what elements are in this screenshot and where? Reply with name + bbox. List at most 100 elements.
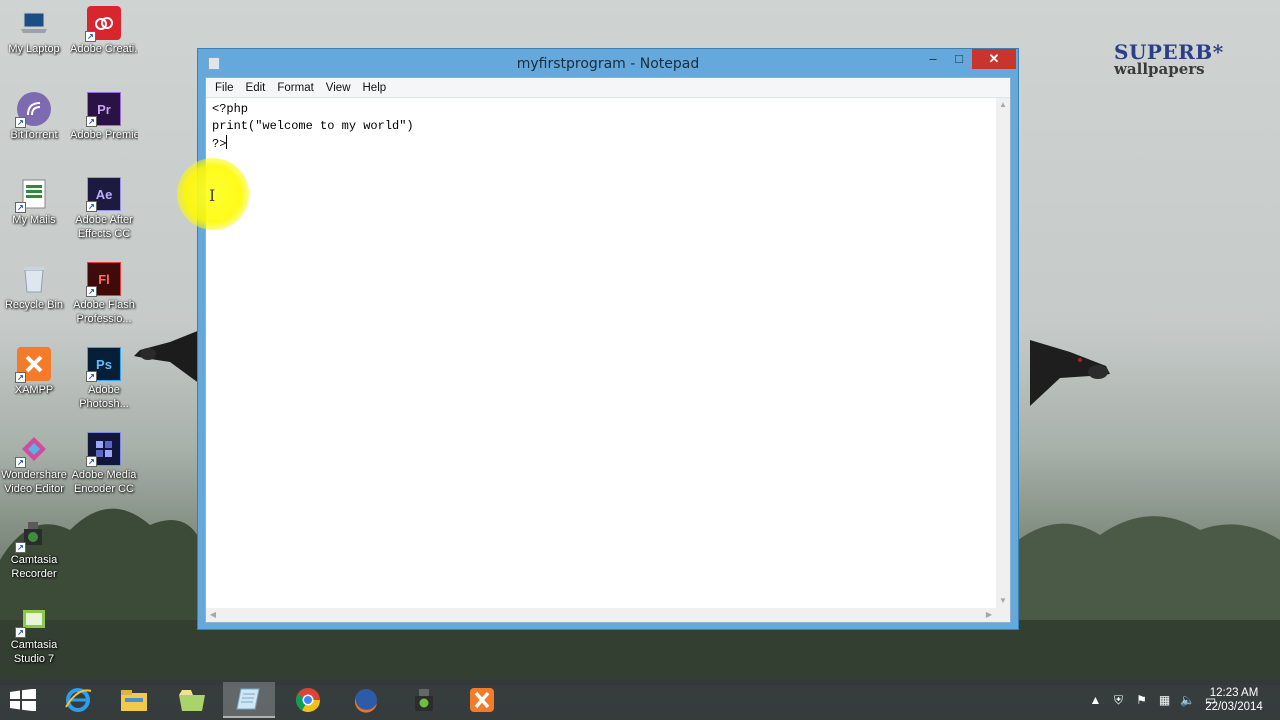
desktop-icon-camtasia-recorder[interactable]: ↗ Camtasia Recorder bbox=[0, 517, 68, 581]
maximize-button[interactable]: □ bbox=[946, 49, 972, 69]
desktop-icon-my-mails[interactable]: ↗ My Mails bbox=[0, 177, 68, 227]
desktop-icon-label: Camtasia Recorder bbox=[10, 554, 58, 580]
recycle-bin-icon bbox=[17, 262, 51, 296]
shortcut-arrow-icon: ↗ bbox=[86, 286, 97, 297]
desktop-icon-label: Adobe Flash Professio... bbox=[73, 299, 135, 325]
adobe-flash-icon: Fl ↗ bbox=[86, 262, 121, 297]
chrome-icon bbox=[295, 688, 320, 713]
xampp-icon: ↗ bbox=[15, 347, 51, 383]
notepad-client-area: File Edit Format View Help <?php print("w… bbox=[205, 77, 1011, 623]
menu-format[interactable]: Format bbox=[271, 78, 319, 97]
desktop-icon-label: Recycle Bin bbox=[4, 299, 64, 311]
security-shield-icon[interactable]: ⛨ bbox=[1107, 692, 1130, 708]
taskbar: ▲ ⛨ ⚑ ▦ 🔈 ▭ 12:23 AM 22/03/2014 bbox=[0, 680, 1280, 720]
taskbar-camtasia[interactable] bbox=[398, 682, 450, 718]
vertical-scrollbar[interactable]: ▲ ▼ bbox=[996, 98, 1010, 608]
shortcut-arrow-icon: ↗ bbox=[15, 627, 26, 638]
desktop-icon-adobe-after-effects[interactable]: Ae ↗ Adobe After Effects CC bbox=[70, 177, 138, 241]
desktop-icon-xampp[interactable]: ↗ XAMPP bbox=[0, 347, 68, 397]
adobe-premiere-icon: Pr ↗ bbox=[86, 92, 121, 127]
horizontal-scrollbar[interactable]: ◀ ▶ bbox=[206, 608, 996, 622]
wallpaper-watermark: SUPERB* wallpapers bbox=[1114, 42, 1224, 77]
icon-abbreviation: Fl bbox=[98, 271, 110, 287]
adobe-after-effects-icon: Ae ↗ bbox=[86, 177, 121, 212]
menu-file[interactable]: File bbox=[209, 78, 240, 97]
taskbar-file-explorer[interactable] bbox=[108, 682, 160, 718]
wallpaper-aircraft-right bbox=[1030, 340, 1110, 406]
show-hidden-icons-icon[interactable]: ▲ bbox=[1084, 692, 1107, 708]
camtasia-icon bbox=[415, 689, 433, 711]
menu-view[interactable]: View bbox=[320, 78, 357, 97]
shortcut-arrow-icon: ↗ bbox=[15, 457, 26, 468]
watermark-subtitle: wallpapers bbox=[1114, 60, 1205, 78]
taskbar-internet-explorer[interactable] bbox=[52, 682, 104, 718]
desktop-icon-label: Adobe After Effects CC bbox=[75, 214, 133, 240]
desktop-icon-label: My Laptop bbox=[8, 43, 60, 55]
desktop-icon-bittorrent[interactable]: ↗ BitTorrent bbox=[0, 92, 68, 142]
window-title-bar[interactable]: myfirstprogram - Notepad – □ ✕ bbox=[198, 49, 1018, 77]
desktop-icon-label: Adobe Creati... bbox=[70, 43, 138, 55]
desktop-icon-label: Adobe Photosh... bbox=[79, 384, 129, 410]
desktop-icon-label: XAMPP bbox=[14, 384, 54, 396]
watermark-mark: * bbox=[1212, 40, 1224, 64]
icon-abbreviation: Ae bbox=[95, 186, 113, 202]
shortcut-arrow-icon: ↗ bbox=[15, 372, 26, 383]
window-title: myfirstprogram - Notepad bbox=[516, 56, 700, 72]
desktop-icon-recycle-bin[interactable]: Recycle Bin bbox=[0, 262, 68, 312]
internet-explorer-icon bbox=[65, 688, 92, 712]
scroll-left-arrow-icon[interactable]: ◀ bbox=[206, 608, 220, 622]
scrollbar-corner bbox=[996, 608, 1010, 622]
scroll-up-arrow-icon[interactable]: ▲ bbox=[996, 98, 1010, 112]
desktop-icon-adobe-media-encoder[interactable]: ↗ Adobe Media Encoder CC bbox=[70, 432, 138, 496]
taskbar-chrome[interactable] bbox=[282, 682, 334, 718]
shortcut-arrow-icon: ↗ bbox=[15, 542, 26, 553]
notepad-window[interactable]: myfirstprogram - Notepad – □ ✕ File Edit… bbox=[197, 48, 1019, 630]
adobe-media-encoder-icon: ↗ bbox=[86, 432, 121, 467]
taskbar-notepad[interactable] bbox=[223, 682, 275, 718]
desktop-icon-adobe-photoshop[interactable]: Ps ↗ Adobe Photosh... bbox=[70, 347, 138, 411]
clock-date: 22/03/2014 bbox=[1205, 701, 1263, 713]
menu-edit[interactable]: Edit bbox=[240, 78, 272, 97]
desktop-icon-label: Camtasia Studio 7 bbox=[10, 639, 58, 665]
scroll-right-arrow-icon[interactable]: ▶ bbox=[982, 608, 996, 622]
camtasia-recorder-icon: ↗ bbox=[15, 517, 51, 553]
file-explorer-icon bbox=[121, 690, 147, 711]
ibeam-cursor-icon: I bbox=[209, 186, 216, 205]
laptop-icon bbox=[17, 6, 51, 40]
desktop-icon-my-laptop[interactable]: My Laptop bbox=[0, 6, 68, 56]
firefox-icon bbox=[354, 689, 377, 713]
desktop-icon-camtasia-studio[interactable]: ↗ Camtasia Studio 7 bbox=[0, 602, 68, 666]
text-caret bbox=[226, 135, 228, 149]
xampp-taskbar-icon bbox=[470, 688, 494, 712]
desktop-icon-wondershare[interactable]: ↗ Wondershare Video Editor bbox=[0, 432, 68, 496]
taskbar-xampp[interactable] bbox=[456, 682, 508, 718]
adobe-creative-cloud-icon: ↗ bbox=[85, 6, 121, 42]
minimize-button[interactable]: – bbox=[920, 49, 946, 69]
shortcut-arrow-icon: ↗ bbox=[86, 201, 97, 212]
windows-logo-icon bbox=[10, 688, 36, 712]
close-button[interactable]: ✕ bbox=[972, 49, 1016, 69]
desktop-icon-label: Wondershare Video Editor bbox=[1, 469, 67, 495]
icon-abbreviation: Ps bbox=[96, 356, 112, 372]
start-button[interactable] bbox=[8, 688, 38, 712]
text-editor-area[interactable]: <?php print("welcome to my world") ?> bbox=[206, 98, 996, 608]
shortcut-arrow-icon: ↗ bbox=[86, 456, 97, 467]
bittorrent-icon: ↗ bbox=[15, 92, 51, 128]
spreadsheet-icon: ↗ bbox=[15, 177, 51, 213]
taskbar-clock[interactable]: 12:23 AM 22/03/2014 bbox=[1196, 686, 1272, 714]
code-line-2: print("welcome to my world") bbox=[212, 119, 414, 133]
network-icon[interactable]: ▦ bbox=[1153, 692, 1176, 708]
desktop-icon-adobe-creative-cloud[interactable]: ↗ Adobe Creati... bbox=[70, 6, 138, 56]
clock-time: 12:23 AM bbox=[1209, 687, 1259, 699]
wallpaper-aircraft-left bbox=[134, 330, 200, 384]
action-center-flag-icon[interactable]: ⚑ bbox=[1130, 692, 1153, 708]
notepad-icon bbox=[236, 688, 260, 710]
desktop-icon-label: My Mails bbox=[12, 214, 56, 226]
taskbar-firefox[interactable] bbox=[340, 682, 392, 718]
taskbar-folder[interactable] bbox=[166, 682, 218, 718]
shortcut-arrow-icon: ↗ bbox=[86, 116, 97, 127]
menu-help[interactable]: Help bbox=[357, 78, 393, 97]
desktop-icon-adobe-premiere[interactable]: Pr ↗ Adobe Premiere P... bbox=[70, 92, 138, 142]
scroll-down-arrow-icon[interactable]: ▼ bbox=[996, 594, 1010, 608]
desktop-icon-adobe-flash[interactable]: Fl ↗ Adobe Flash Professio... bbox=[70, 262, 138, 326]
